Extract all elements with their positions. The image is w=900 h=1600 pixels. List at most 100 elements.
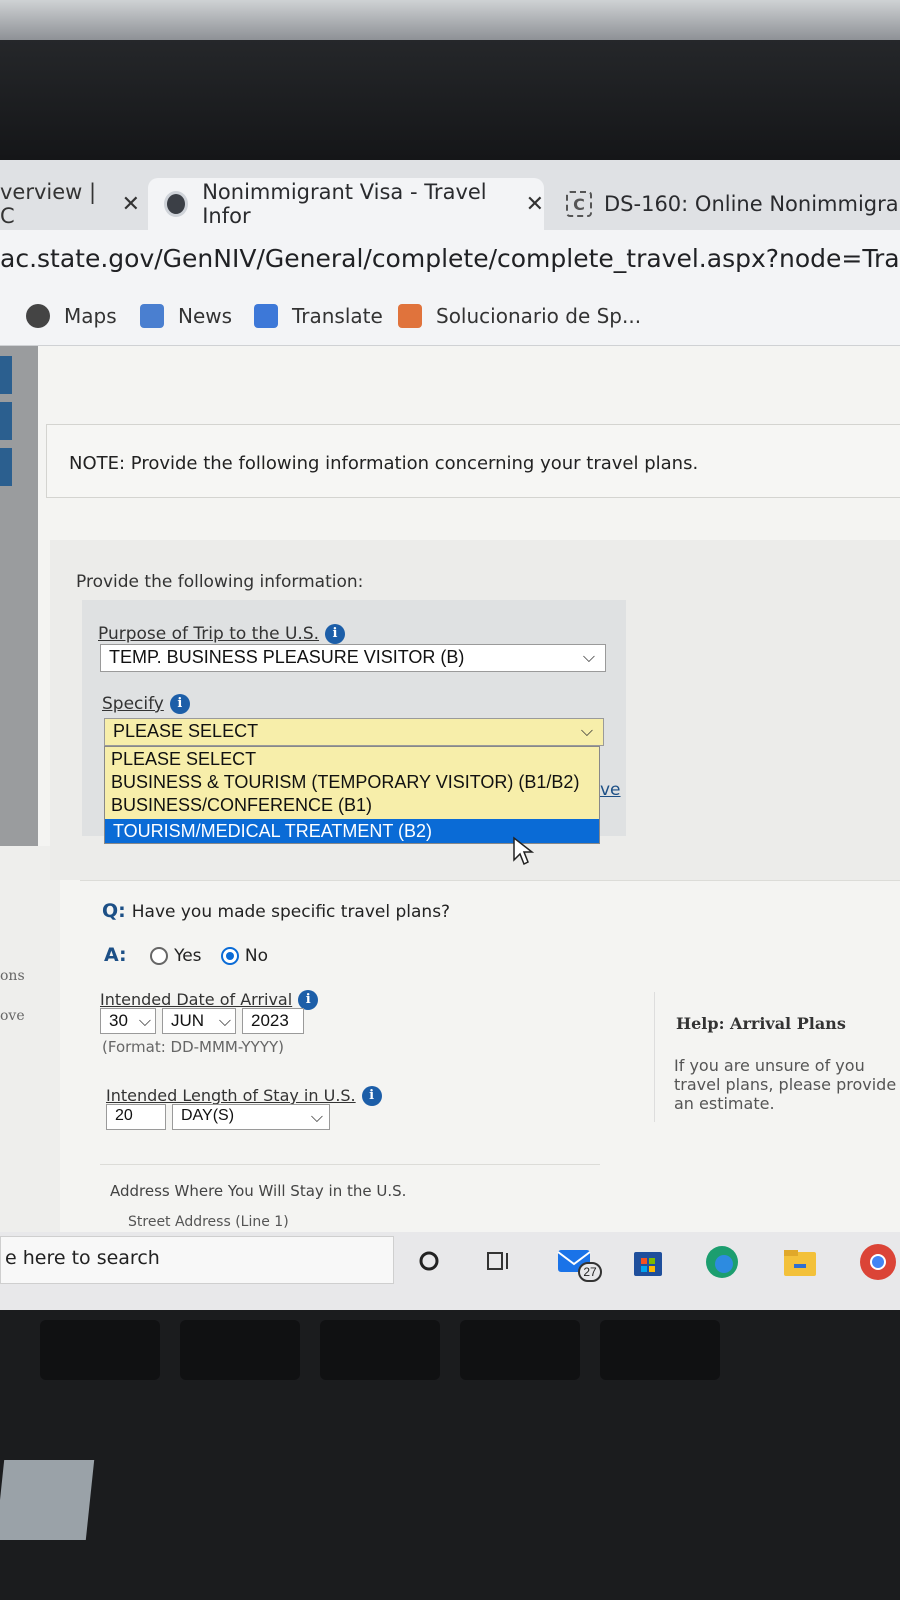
chevron-down-icon: ⌵ — [310, 1109, 323, 1126]
radio-selected-icon[interactable] — [220, 947, 239, 965]
radio-yes-label: Yes — [174, 946, 202, 966]
address-label: Address Where You Will Stay in the U.S. — [110, 1182, 407, 1200]
mail-icon[interactable]: 27 — [556, 1244, 602, 1282]
bookmark-maps[interactable]: Maps — [26, 304, 117, 328]
nav-marker — [0, 402, 12, 440]
arrival-day: 30 — [109, 1011, 128, 1030]
arrival-month: JUN — [171, 1011, 205, 1030]
screen: verview | C ✕ Nonimmigrant Visa - Travel… — [0, 160, 900, 1320]
left-navigation-lower: ons ove — [0, 846, 60, 1246]
address-bar[interactable]: ac.state.gov/GenNIV/General/complete/com… — [0, 230, 900, 292]
close-icon[interactable]: ✕ — [526, 192, 544, 217]
dropdown-option[interactable]: BUSINESS/CONFERENCE (B1) — [111, 795, 372, 816]
answer-prefix: A: — [104, 944, 127, 966]
stay-label: Intended Length of Stay in U.S. i — [106, 1086, 382, 1106]
nav-marker — [0, 448, 12, 486]
travel-plans-question: Q: Have you made specific travel plans? — [102, 900, 450, 922]
purpose-label: Purpose of Trip to the U.S. i — [98, 624, 346, 644]
date-format-hint: (Format: DD-MMM-YYYY) — [102, 1038, 285, 1056]
page-content: ons ove NOTE: Provide the following info… — [0, 346, 900, 1246]
url-text[interactable]: ac.state.gov/GenNIV/General/complete/com… — [0, 244, 900, 273]
info-icon[interactable]: i — [325, 624, 346, 644]
dropdown-option[interactable]: BUSINESS & TOURISM (TEMPORARY VISITOR) (… — [111, 772, 579, 793]
specify-select[interactable]: PLEASE SELECT ⌵ — [104, 718, 604, 746]
purpose-select[interactable]: TEMP. BUSINESS PLEASURE VISITOR (B) ⌵ — [100, 644, 606, 672]
taskbar: e here to search 27 — [0, 1232, 900, 1312]
info-icon[interactable]: i — [169, 694, 190, 714]
mail-badge: 27 — [578, 1262, 602, 1282]
section-intro: Provide the following information: — [76, 572, 364, 592]
chevron-down-icon: ⌵ — [218, 1013, 231, 1030]
edge-icon[interactable] — [704, 1244, 740, 1280]
note-text: NOTE: Provide the following information … — [69, 453, 699, 474]
bookmark-solucionario[interactable]: Solucionario de Sp... — [398, 304, 641, 328]
taskbar-search[interactable]: e here to search — [0, 1236, 394, 1284]
bookmarks-bar: Maps News Translate Solucionario de Sp..… — [0, 292, 900, 346]
laptop-keyboard — [0, 1310, 900, 1600]
help-text: If you are unsure of you travel plans, p… — [674, 1056, 897, 1113]
state-seal-icon — [164, 191, 189, 217]
divider — [100, 1164, 600, 1165]
sidebar-item[interactable]: ove — [0, 1008, 25, 1024]
keyboard-key — [320, 1320, 440, 1380]
stay-value: 20 — [115, 1107, 133, 1124]
question-text: Have you made specific travel plans? — [131, 902, 451, 922]
left-navigation — [0, 346, 38, 846]
specify-label: Specify i — [102, 694, 190, 714]
close-icon[interactable]: ✕ — [122, 192, 140, 217]
bookmark-news[interactable]: News — [140, 304, 232, 328]
radio-no-label: No — [244, 946, 269, 966]
question-prefix: Q: — [102, 900, 126, 922]
chevron-down-icon: ⌵ — [580, 723, 593, 740]
stay-length-input[interactable]: 20 — [106, 1104, 166, 1130]
file-explorer-icon[interactable] — [782, 1246, 818, 1278]
street-label: Street Address (Line 1) — [128, 1214, 289, 1230]
tab-label: DS-160: Online Nonimmigra — [604, 192, 899, 216]
divider — [80, 880, 900, 881]
task-view-icon[interactable] — [486, 1250, 512, 1272]
tab-overview[interactable]: verview | C ✕ — [0, 178, 140, 230]
info-icon[interactable]: i — [361, 1086, 382, 1106]
mouse-cursor-icon — [513, 836, 534, 866]
maps-icon — [26, 304, 50, 328]
tab-label: verview | C — [0, 180, 97, 228]
bookmark-translate[interactable]: Translate — [254, 304, 383, 328]
chevron-down-icon: ⌵ — [582, 649, 595, 666]
specify-value: PLEASE SELECT — [113, 721, 259, 741]
keyboard-key — [600, 1320, 720, 1380]
bookmark-label: Solucionario de Sp... — [436, 304, 642, 328]
help-title: Help: Arrival Plans — [676, 1014, 846, 1033]
arrival-year-input[interactable]: 2023 — [242, 1008, 304, 1034]
desk-object — [0, 1460, 95, 1540]
arrival-year: 2023 — [251, 1011, 289, 1030]
stay-unit: DAY(S) — [181, 1107, 235, 1124]
bookmark-icon — [398, 304, 422, 328]
nav-marker — [0, 356, 12, 394]
tab-bar: verview | C ✕ Nonimmigrant Visa - Travel… — [0, 160, 900, 230]
chevron-down-icon: ⌵ — [138, 1013, 151, 1030]
arrival-label: Intended Date of Arrival i — [100, 990, 319, 1010]
sidebar-item[interactable]: ons — [0, 968, 25, 984]
search-placeholder: e here to search — [5, 1247, 160, 1269]
dropdown-option[interactable]: PLEASE SELECT — [111, 749, 256, 770]
partial-link[interactable]: ve — [600, 780, 621, 800]
arrival-month-select[interactable]: JUN ⌵ — [162, 1008, 236, 1034]
bookmark-label: Maps — [64, 304, 117, 328]
cortana-icon[interactable] — [418, 1250, 440, 1272]
stay-unit-select[interactable]: DAY(S) ⌵ — [172, 1104, 330, 1130]
radio-icon[interactable] — [150, 947, 169, 965]
tab-travel-info[interactable]: Nonimmigrant Visa - Travel Infor ✕ — [148, 178, 544, 230]
news-icon — [140, 304, 164, 328]
purpose-value: TEMP. BUSINESS PLEASURE VISITOR (B) — [109, 647, 465, 667]
chrome-icon[interactable] — [858, 1242, 898, 1282]
tab-ds160[interactable]: C DS-160: Online Nonimmigra — [566, 178, 900, 230]
info-icon[interactable]: i — [298, 990, 319, 1010]
radio-no[interactable]: No — [220, 946, 269, 966]
loading-icon: C — [566, 191, 592, 217]
arrival-day-select[interactable]: 30 ⌵ — [100, 1008, 156, 1034]
radio-yes[interactable]: Yes — [150, 946, 202, 966]
store-icon[interactable] — [632, 1246, 664, 1278]
keyboard-key — [460, 1320, 580, 1380]
note-box: NOTE: Provide the following information … — [46, 424, 900, 498]
bookmark-label: News — [178, 304, 233, 328]
